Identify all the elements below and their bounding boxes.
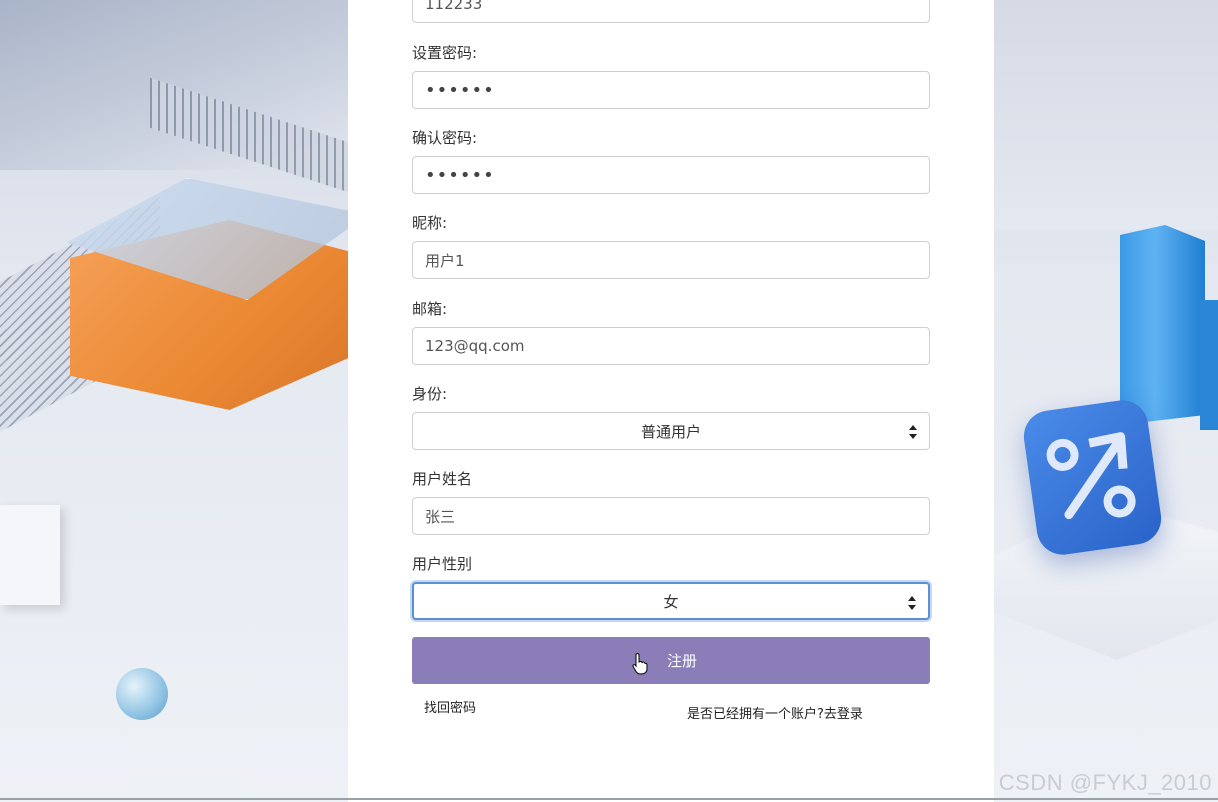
role-select[interactable]: 普通用户 [412,412,930,450]
email-label: 邮箱: [412,300,448,318]
realname-label: 用户姓名 [412,470,473,488]
blue-bar-decoration [1120,225,1205,425]
realname-input-value: 张三 [425,507,456,526]
account-input-value: 112233 [425,0,483,13]
gender-label: 用户性别 [412,555,473,573]
select-arrows-icon [908,596,916,610]
white-block-decoration [0,505,60,605]
nickname-input-value: 用户1 [425,251,465,270]
gender-select-value: 女 [663,592,679,611]
glass-bead-decoration [116,668,168,720]
select-arrows-icon [909,425,917,439]
email-input-value: 123@qq.com [425,337,525,355]
confirm-password-label: 确认密码: [412,129,478,147]
window-bottom-border [0,798,1218,800]
hand-cursor-icon [632,653,648,675]
email-input[interactable]: 123@qq.com [412,327,930,365]
watermark: CSDN @FYKJ_2010 [998,770,1212,795]
confirm-password-input[interactable]: •••••• [412,156,930,194]
confirm-password-input-value: •••••• [425,164,495,186]
password-input-value: •••••• [425,79,495,101]
password-input[interactable]: •••••• [412,71,930,109]
nickname-input[interactable]: 用户1 [412,241,930,279]
password-label: 设置密码: [412,44,478,62]
background-wall [994,0,1218,230]
go-login-link[interactable]: 是否已经拥有一个账户?去登录 [687,703,863,722]
role-select-value: 普通用户 [640,422,701,441]
account-input[interactable]: 112233 [412,0,930,23]
forgot-password-link[interactable]: 找回密码 [424,697,476,716]
gender-select[interactable]: 女 [412,582,930,620]
realname-input[interactable]: 张三 [412,497,930,535]
register-panel: 112233 设置密码: •••••• 确认密码: •••••• 昵称: 用户1… [348,0,994,802]
register-button-label: 注册 [666,652,697,670]
register-button[interactable]: 注册 [412,637,930,684]
blue-bar-decoration [1200,300,1218,430]
role-label: 身份: [412,385,448,403]
nickname-label: 昵称: [412,214,448,232]
percent-tile-icon [1020,397,1165,558]
